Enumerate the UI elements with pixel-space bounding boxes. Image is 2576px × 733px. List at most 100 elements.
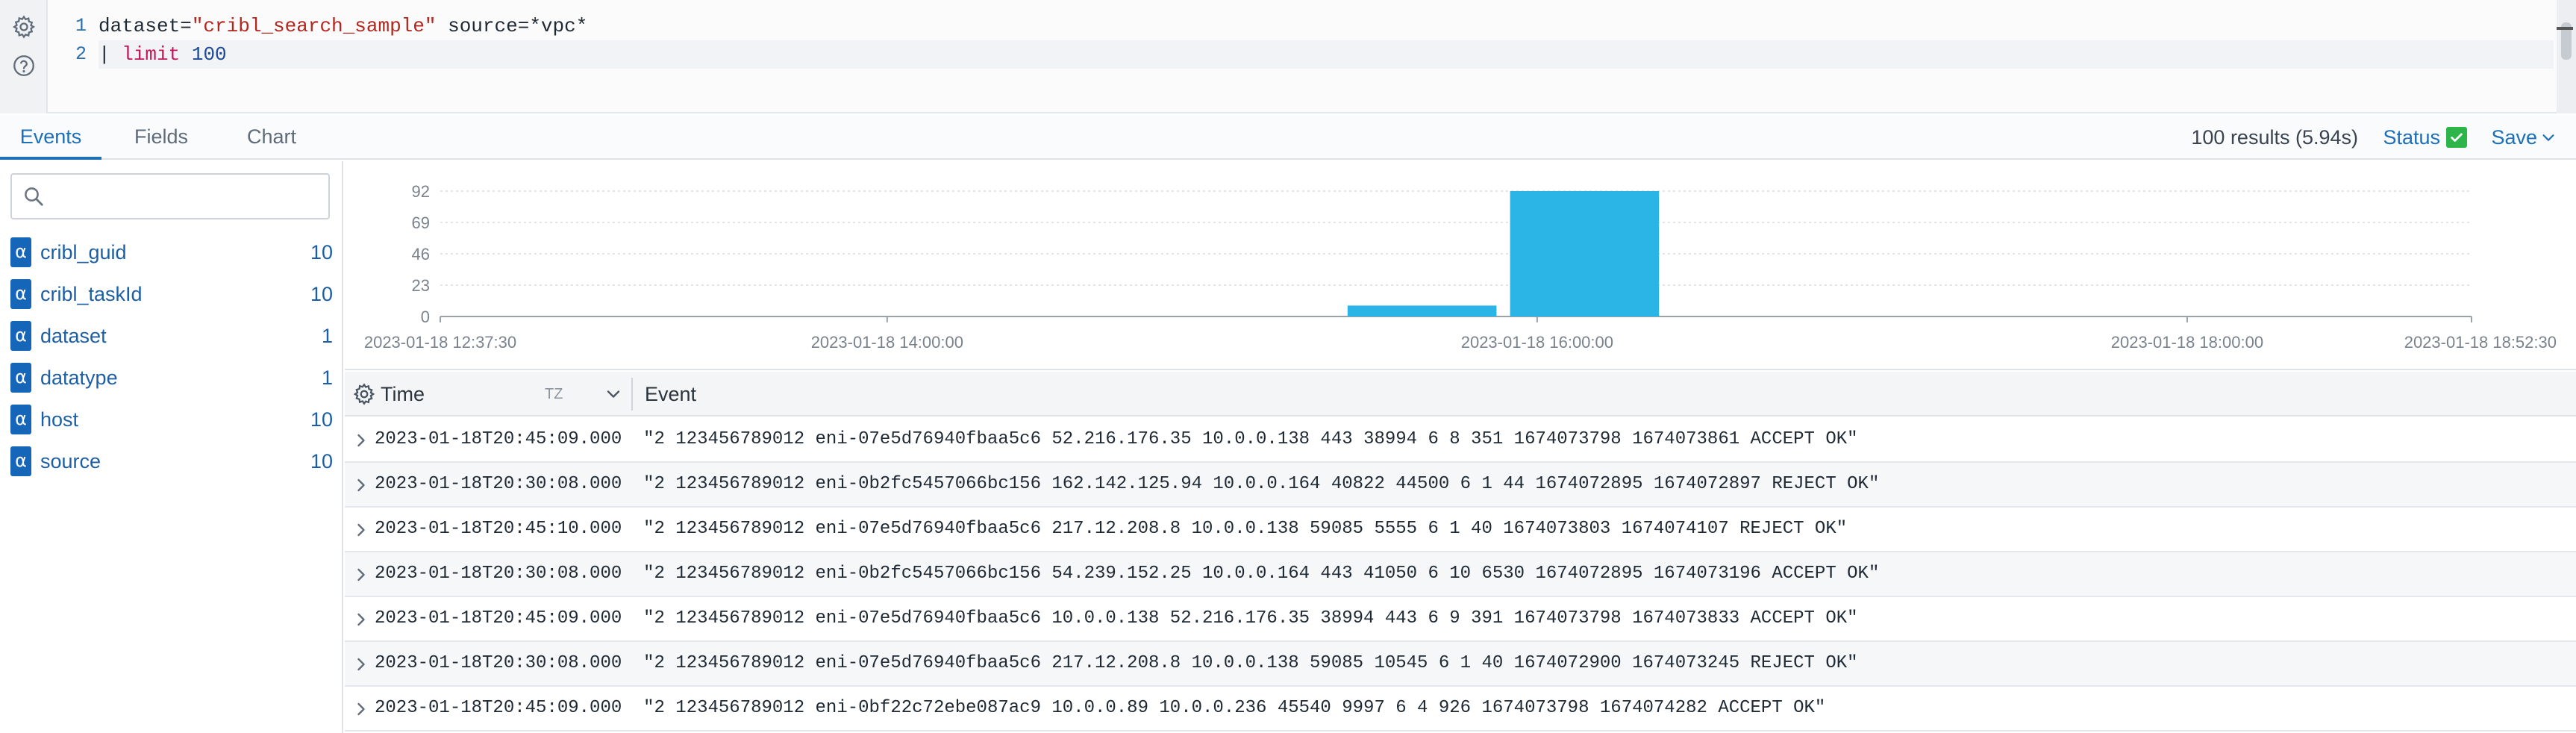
- events-table: Time TZ Event 2023-01-18T20:45:09.000 "2…: [345, 372, 2576, 733]
- code-token: =: [180, 15, 192, 37]
- table-row[interactable]: 2023-01-18T20:45:09.000 "2 123456789012 …: [345, 418, 2576, 463]
- code-token: source: [436, 15, 518, 37]
- query-editor[interactable]: 1 2 dataset="cribl_search_sample" source…: [0, 0, 2576, 113]
- y-tick-label: 0: [421, 308, 430, 326]
- event-raw: "2 123456789012 eni-07e5d76940fbaa5c6 21…: [643, 519, 1848, 539]
- x-tick-label: 2023-01-18 16:00:00: [1461, 333, 1613, 352]
- x-tick-label: 2023-01-18 18:52:30: [2404, 333, 2557, 352]
- row-content: 2023-01-18T20:45:09.000 "2 123456789012 …: [375, 597, 1858, 640]
- scroll-marker: [2557, 27, 2573, 30]
- field-item-cribl-taskid[interactable]: α cribl_taskId 10: [10, 273, 333, 315]
- status-label: Status: [2383, 125, 2440, 149]
- field-distinct-count: 1: [321, 366, 333, 389]
- table-row[interactable]: 2023-01-18T20:45:09.000 "2 123456789012 …: [345, 597, 2576, 642]
- chevron-right-icon[interactable]: [351, 699, 372, 720]
- editor-scrollbar[interactable]: [2557, 0, 2576, 113]
- line-number: 1: [75, 15, 87, 37]
- chevron-right-icon[interactable]: [351, 654, 372, 675]
- column-header-time[interactable]: Time: [381, 372, 425, 417]
- field-item-cribl-guid[interactable]: α cribl_guid 10: [10, 231, 333, 273]
- gear-icon[interactable]: [352, 382, 376, 406]
- field-distinct-count: 10: [310, 283, 333, 305]
- chevron-down-icon: [2542, 134, 2554, 141]
- chevron-right-icon[interactable]: [351, 609, 372, 630]
- event-raw: "2 123456789012 eni-0bf22c72ebe087ac9 10…: [643, 698, 1826, 718]
- row-content: 2023-01-18T20:30:08.000 "2 123456789012 …: [375, 642, 1858, 685]
- line-number: 2: [75, 43, 87, 65]
- field-item-dataset[interactable]: α dataset 1: [10, 315, 333, 357]
- row-content: 2023-01-18T20:45:09.000 "2 123456789012 …: [375, 687, 1825, 730]
- code-line-2[interactable]: | limit 100: [99, 40, 2554, 69]
- event-time: 2023-01-18T20:45:09.000: [375, 698, 622, 718]
- code-pipe: |: [99, 43, 122, 66]
- event-raw: "2 123456789012 eni-0b2fc5457066bc156 16…: [643, 474, 1880, 494]
- code-keyword: limit: [122, 43, 181, 66]
- row-content: 2023-01-18T20:30:08.000 "2 123456789012 …: [375, 552, 1879, 596]
- field-distinct-count: 10: [310, 241, 333, 263]
- string-type-icon: α: [10, 446, 31, 476]
- event-time: 2023-01-18T20:30:08.000: [375, 474, 622, 494]
- help-circle-icon: [13, 55, 34, 76]
- line-number-gutter: 1 2: [48, 0, 97, 113]
- string-type-icon: α: [10, 363, 31, 393]
- string-type-icon: α: [10, 237, 31, 267]
- field-search-box[interactable]: [10, 173, 330, 219]
- histogram-bar[interactable]: [1347, 305, 1497, 316]
- code-token: *vpc*: [529, 15, 588, 37]
- tab-events[interactable]: Events: [0, 115, 101, 160]
- y-tick-label: 46: [412, 245, 430, 263]
- chevron-down-icon[interactable]: [603, 384, 624, 405]
- field-name: source: [40, 450, 101, 472]
- column-divider[interactable]: [631, 378, 633, 411]
- table-row[interactable]: 2023-01-18T20:30:08.000 "2 123456789012 …: [345, 642, 2576, 687]
- column-header-event[interactable]: Event: [645, 372, 696, 417]
- tab-fields[interactable]: Fields: [131, 115, 191, 160]
- row-content: 2023-01-18T20:30:08.000 "2 123456789012 …: [375, 463, 1879, 506]
- field-distinct-count: 1: [321, 325, 333, 347]
- table-row[interactable]: 2023-01-18T20:30:08.000 "2 123456789012 …: [345, 552, 2576, 597]
- event-histogram: 0 23 46 69 92 2023-01-18 12:37:30 2023-01-18 1…: [345, 161, 2576, 370]
- settings-button[interactable]: [9, 12, 39, 42]
- field-item-host[interactable]: α host 10: [10, 399, 333, 440]
- help-button[interactable]: [9, 51, 39, 81]
- table-row[interactable]: 2023-01-18T20:45:09.000 "2 123456789012 …: [345, 687, 2576, 732]
- save-label: Save: [2491, 125, 2537, 149]
- event-time: 2023-01-18T20:30:08.000: [375, 564, 622, 584]
- status-button[interactable]: Status: [2383, 115, 2467, 160]
- field-search-input[interactable]: [51, 179, 319, 213]
- save-button[interactable]: Save: [2491, 115, 2557, 160]
- histogram-chart: 0 23 46 69 92 2023-01-18 12:37:30 2023-01-18 1…: [364, 182, 2557, 352]
- results-tabs-bar: Events Fields Chart 100 results (5.94s) …: [0, 115, 2576, 160]
- x-tick-label: 2023-01-18 18:00:00: [2111, 333, 2263, 352]
- event-raw: "2 123456789012 eni-0b2fc5457066bc156 54…: [643, 564, 1880, 584]
- code-string: "cribl_search_sample": [191, 15, 437, 37]
- string-type-icon: α: [10, 321, 31, 351]
- row-content: 2023-01-18T20:45:09.000 "2 123456789012 …: [375, 418, 1858, 461]
- timezone-selector[interactable]: TZ: [545, 372, 563, 417]
- code-token: =: [517, 15, 530, 37]
- event-time: 2023-01-18T20:45:10.000: [375, 519, 622, 539]
- table-row[interactable]: 2023-01-18T20:45:10.000 "2 123456789012 …: [345, 508, 2576, 552]
- event-time: 2023-01-18T20:30:08.000: [375, 653, 622, 673]
- histogram-bar[interactable]: [1510, 191, 1660, 316]
- editor-icon-bar: [0, 0, 48, 113]
- string-type-icon: α: [10, 279, 31, 309]
- chevron-right-icon[interactable]: [351, 520, 372, 540]
- fields-sidebar: α cribl_guid 10 α cribl_taskId 10 α dataset 1 α da…: [0, 161, 343, 733]
- code-line-1[interactable]: dataset="cribl_search_sample" source=*vp…: [99, 12, 587, 40]
- code-token: dataset: [99, 15, 181, 37]
- field-item-datatype[interactable]: α datatype 1: [10, 357, 333, 399]
- field-name: cribl_taskId: [40, 283, 143, 305]
- tab-chart[interactable]: Chart: [243, 115, 300, 160]
- table-row[interactable]: 2023-01-18T20:30:08.000 "2 123456789012 …: [345, 463, 2576, 508]
- chevron-right-icon[interactable]: [351, 564, 372, 585]
- code-number: 100: [191, 43, 227, 66]
- field-item-source[interactable]: α source 10: [10, 440, 333, 482]
- y-tick-label: 69: [412, 213, 430, 232]
- field-name: dataset: [40, 325, 107, 347]
- chevron-right-icon[interactable]: [351, 430, 372, 451]
- chevron-right-icon[interactable]: [351, 475, 372, 496]
- field-distinct-count: 10: [310, 408, 333, 431]
- query-code[interactable]: dataset="cribl_search_sample" source=*vp…: [99, 0, 2554, 112]
